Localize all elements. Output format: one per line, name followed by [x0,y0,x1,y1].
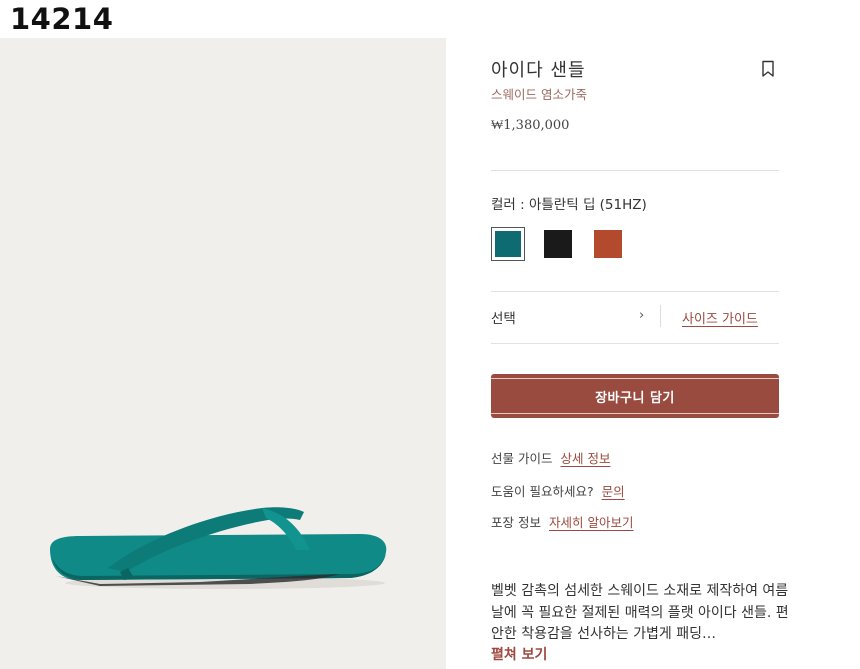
add-to-cart-label: 장바구니 담기 [595,391,675,406]
packaging-label: 포장 정보 [491,515,541,530]
product-title: 아이다 샌들 [491,60,586,81]
size-select-row: 선택 › 사이즈 가이드 [491,292,779,342]
divider [660,305,661,327]
swatch-black[interactable] [541,227,575,261]
contact-link[interactable]: 문의 [602,484,625,499]
packaging-link[interactable]: 자세히 알아보기 [549,515,633,530]
gift-guide-link[interactable]: 상세 정보 [560,451,610,466]
gift-guide-label: 선물 가이드 [491,451,553,466]
sandal-image [50,507,387,589]
swatch-atlantic-deep[interactable] [491,227,525,261]
help-row: 도움이 필요하세요? 문의 [491,481,625,500]
divider [491,343,779,344]
color-label: 컬러 : 아틀란틱 딥 (51HZ) [491,197,647,213]
packaging-row: 포장 정보 자세히 알아보기 [491,512,633,531]
expand-description-link[interactable]: 펼쳐 보기 [491,644,547,664]
add-to-cart-button[interactable]: 장바구니 담기 [491,374,779,418]
divider [491,170,779,171]
product-image-panel [0,38,446,669]
product-price: ₩1,380,000 [491,118,570,133]
help-label: 도움이 필요하세요? [491,484,594,499]
product-description: 벨벳 감촉의 섬세한 스웨이드 소재로 제작하여 여름날에 꼭 필요한 절제된 … [491,583,789,642]
top-bar: 14214 [0,0,860,38]
gift-guide-row: 선물 가이드 상세 정보 [491,448,610,467]
chevron-right-icon[interactable]: › [639,308,644,323]
bookmark-icon[interactable] [761,60,775,78]
size-select[interactable]: 선택 [491,307,516,327]
product-info-panel: 아이다 샌들 스웨이드 염소가죽 ₩1,380,000 컬러 : 아틀란틱 딥 … [446,38,860,669]
swatch-brown[interactable] [591,227,625,261]
size-guide-link[interactable]: 사이즈 가이드 [682,308,758,327]
product-subtitle: 스웨이드 염소가죽 [491,87,587,102]
page-id-label: 14214 [10,2,114,36]
